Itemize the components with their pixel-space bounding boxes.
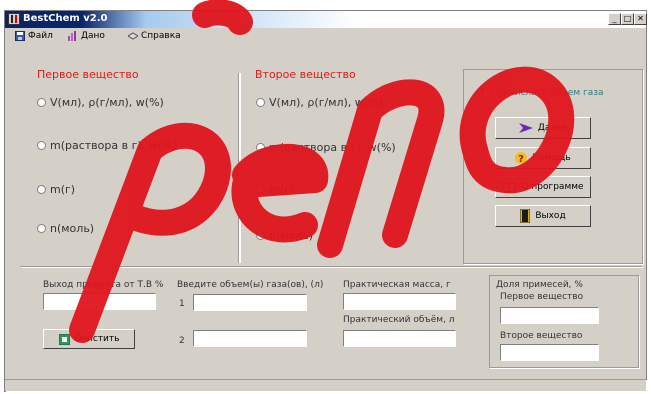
substance2-option-moles[interactable]: n(моль) [256, 229, 313, 242]
substance1-option-moles[interactable]: n(моль) [37, 222, 94, 235]
substance1-option-mass[interactable]: m(г) [37, 183, 75, 196]
gas-row-2-number: 2 [179, 336, 185, 346]
radio-button[interactable] [37, 141, 46, 150]
menu-help-label: Справка [141, 31, 181, 41]
arrow-right-icon [518, 123, 533, 133]
app-window: BestChem v2.0 _ □ ✕ Файл Дано Справка Пе… [4, 10, 647, 392]
about-button[interactable]: О программе [495, 176, 591, 198]
menu-help[interactable]: Справка [128, 31, 181, 41]
next-button-label: Далее [537, 123, 568, 133]
practical-volume-input[interactable] [343, 330, 456, 347]
substance2-option-volume-label: V(мл), ρ(г/мл), w(%) [269, 96, 383, 109]
substance2-option-solution-mass-label: m(раствора в г), w(%) [269, 141, 396, 154]
substance2-option-volume[interactable]: V(мл), ρ(г/мл), w(%) [256, 96, 383, 109]
menu-bar: Файл Дано Справка [5, 29, 646, 47]
substance1-title: Первое вещество [37, 68, 139, 81]
yield-input[interactable] [43, 293, 156, 310]
substance1-option-moles-label: n(моль) [50, 222, 95, 235]
practical-mass-label: Практическая масса, г [343, 280, 451, 290]
chart-icon [68, 31, 76, 41]
menu-given-label: Дано [81, 31, 105, 41]
radio-button[interactable] [37, 185, 46, 194]
impurity-label: Доля примесей, % [496, 280, 583, 290]
status-bar [5, 379, 646, 391]
door-icon [520, 209, 531, 223]
substance1-option-volume-label: V(мл), ρ(г/мл), w(%) [50, 96, 164, 109]
open-book-icon [502, 182, 516, 192]
substance1-option-solution-mass-label: m(раствора в г), w(%) [50, 139, 177, 152]
app-icon [8, 13, 20, 25]
practical-volume-label: Практический объём, л [343, 315, 455, 325]
close-button[interactable]: ✕ [634, 13, 647, 25]
substance1-option-solution-mass[interactable]: m(раствора в г), w(%) [37, 139, 177, 152]
svg-text:?: ? [518, 154, 524, 165]
question-icon: ? [515, 152, 528, 165]
about-button-label: О программе [521, 182, 584, 192]
substance2-option-mass-label: m(г) [269, 183, 295, 196]
bottom-divider [20, 266, 642, 267]
substance2-option-solution-mass[interactable]: m(раствора в г), w(%) [256, 141, 396, 154]
floppy-icon [15, 31, 25, 41]
gas-volume-input-2[interactable] [193, 330, 307, 347]
substance2-option-moles-label: n(моль) [269, 229, 314, 242]
title-bar[interactable]: BestChem v2.0 _ □ ✕ [5, 11, 647, 28]
substance1-option-mass-label: m(г) [50, 183, 76, 196]
clear-button[interactable]: Очистить [43, 329, 135, 349]
radio-button[interactable] [256, 185, 265, 194]
help-button-label: Помощь [532, 153, 571, 163]
impurity-first-label: Первое вещество [500, 292, 584, 302]
menu-given[interactable]: Дано [68, 31, 105, 41]
group-divider [238, 73, 241, 263]
gas-volume-label: Введите объем(ы) газа(ов), (л) [177, 280, 324, 290]
gas-volume-checkbox[interactable]: Вычислить объем газа [482, 88, 604, 98]
gas-volume-checkbox-label: Вычислить объем газа [496, 88, 604, 98]
yield-label: Выход продукта от Т.В % [43, 280, 164, 290]
practical-mass-input[interactable] [343, 293, 456, 310]
window-title: BestChem v2.0 [23, 13, 108, 24]
radio-button[interactable] [256, 143, 265, 152]
minimize-button[interactable]: _ [608, 13, 621, 25]
impurity-second-input[interactable] [500, 344, 599, 361]
impurity-second-label: Второе вещество [500, 331, 583, 341]
gas-row-1-number: 1 [179, 299, 185, 309]
radio-button[interactable] [256, 98, 265, 107]
next-button[interactable]: Далее [495, 117, 591, 139]
gas-volume-input-1[interactable] [193, 294, 307, 311]
impurity-first-input[interactable] [500, 307, 599, 324]
clear-button-label: Очистить [74, 334, 120, 344]
checkbox[interactable] [482, 88, 492, 98]
book-icon [128, 32, 138, 40]
menu-file[interactable]: Файл [15, 31, 53, 41]
help-button[interactable]: ? Помощь [495, 147, 591, 169]
clear-icon [58, 333, 70, 345]
radio-button[interactable] [37, 98, 46, 107]
exit-button-label: Выход [535, 211, 566, 221]
substance2-title: Второе вещество [255, 68, 356, 81]
exit-button[interactable]: Выход [495, 205, 591, 227]
maximize-button[interactable]: □ [621, 13, 634, 25]
menu-file-label: Файл [28, 31, 53, 41]
radio-button[interactable] [256, 231, 265, 240]
substance2-option-mass[interactable]: m(г) [256, 183, 294, 196]
radio-button[interactable] [37, 224, 46, 233]
substance1-option-volume[interactable]: V(мл), ρ(г/мл), w(%) [37, 96, 164, 109]
